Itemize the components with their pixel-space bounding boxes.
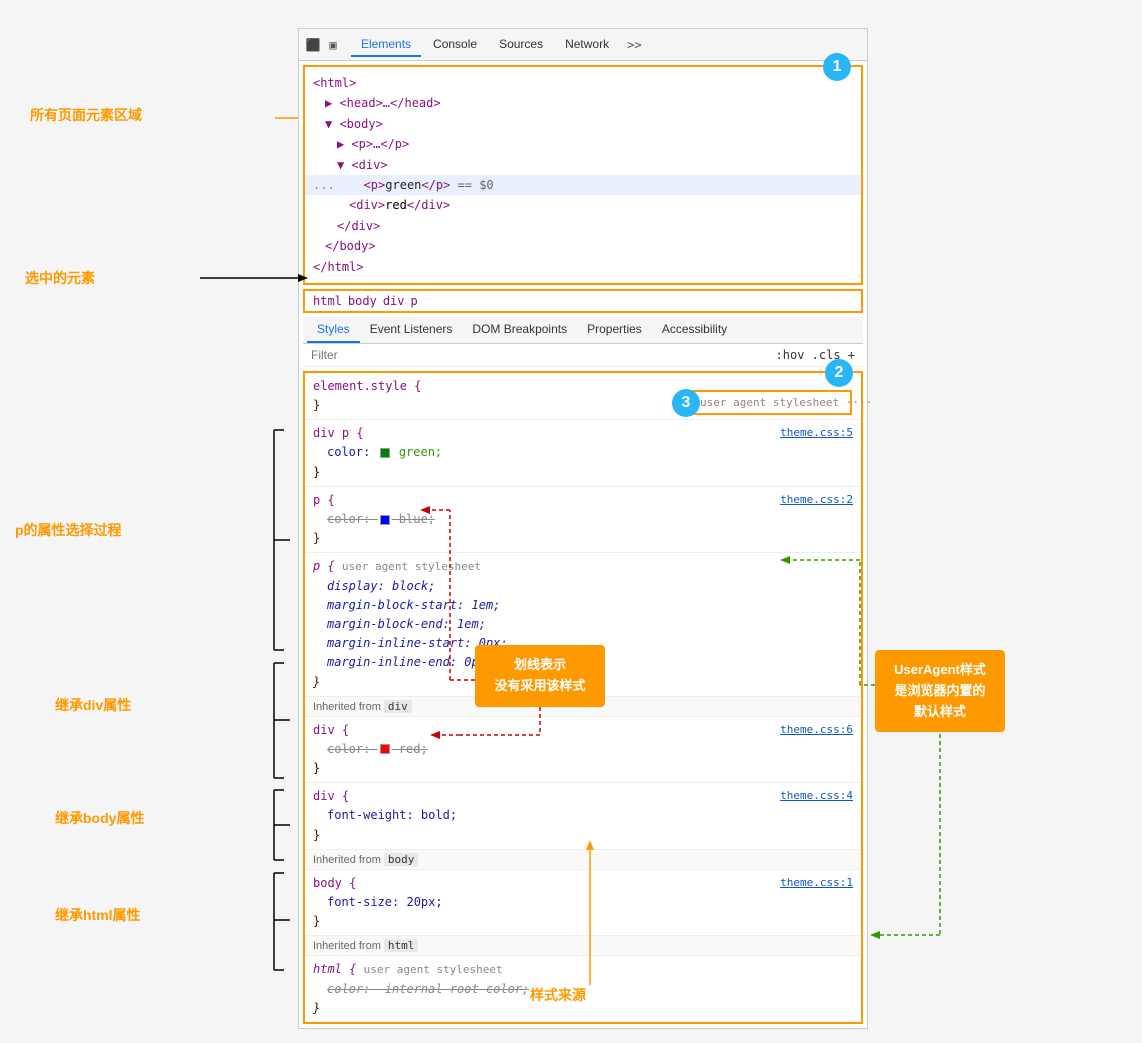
tab-bar: ⬛ ▣ Elements Console Sources Network >> — [299, 29, 867, 61]
div-line: ▼ <div> — [313, 155, 853, 175]
tab-sources[interactable]: Sources — [489, 33, 553, 57]
rule-body: body { theme.css:1 font-size: 20px; } — [305, 870, 861, 937]
annotation-p-property: p的属性选择过程 — [15, 520, 122, 540]
source-theme2[interactable]: theme.css:2 — [780, 491, 853, 509]
highlighted-row: ... <p>green</p> == $0 — [305, 175, 861, 195]
p-line: ▶ <p>…</p> — [313, 134, 853, 154]
html-line: <html> — [313, 73, 853, 93]
source-ua-html: user agent stylesheet — [364, 963, 503, 976]
annotation-selected-element: 选中的元素 — [25, 268, 95, 288]
rule-div-p: div p { theme.css:5 color: green; } — [305, 420, 861, 487]
sub-tab-styles[interactable]: Styles — [307, 317, 360, 343]
filter-bar: :hov .cls + — [303, 344, 863, 367]
tab-network[interactable]: Network — [555, 33, 619, 57]
tab-console[interactable]: Console — [423, 33, 487, 57]
filter-input[interactable] — [311, 348, 466, 362]
strikethrough-explanation-box: 划线表示 没有采用该样式 — [475, 645, 605, 707]
inherited-from-html: Inherited from html — [305, 936, 861, 956]
source-theme1[interactable]: theme.css:1 — [780, 874, 853, 892]
swatch-blue — [380, 515, 390, 525]
breadcrumb-div[interactable]: div — [383, 294, 405, 308]
elements-panel: 1 <html> ▶ <head>…</head> ▼ <body> ▶ <p>… — [303, 65, 863, 285]
useragent-explanation-box: UserAgent样式 是浏览器内置的 默认样式 — [875, 650, 1005, 732]
cursor-icon[interactable]: ⬛ — [305, 37, 321, 53]
close-body-line: </body> — [313, 236, 853, 256]
close-html-line: </html> — [313, 257, 853, 277]
sub-tab-bar: Styles Event Listeners DOM Breakpoints P… — [303, 317, 863, 344]
annotation-style-source: 样式来源 — [530, 985, 586, 1005]
head-line: ▶ <head>…</head> — [313, 93, 853, 113]
sub-tab-dom-breakpoints[interactable]: DOM Breakpoints — [462, 317, 577, 343]
annotation-inherit-div: 继承div属性 — [55, 695, 131, 715]
source-theme4[interactable]: theme.css:4 — [780, 787, 853, 805]
swatch-green — [380, 448, 390, 458]
annotation-inherit-html: 继承html属性 — [55, 905, 141, 925]
source-ua-p: user agent stylesheet — [342, 560, 481, 573]
tab-more[interactable]: >> — [621, 34, 647, 56]
rule-div-bold: div { theme.css:4 font-weight: bold; } — [305, 783, 861, 850]
sub-tab-accessibility[interactable]: Accessibility — [652, 317, 737, 343]
annotation-all-elements: 所有页面元素区域 — [30, 105, 142, 125]
user-agent-source-panel: user agent stylesheet ···· — [692, 390, 852, 415]
swatch-red — [380, 744, 390, 754]
breadcrumb-p[interactable]: p — [411, 294, 418, 308]
source-theme5[interactable]: theme.css:5 — [780, 424, 853, 442]
breadcrumb-body[interactable]: body — [348, 294, 377, 308]
annotation-inherit-body: 继承body属性 — [55, 808, 144, 828]
rule-p-blue: p { theme.css:2 color: blue; } — [305, 487, 861, 554]
breadcrumb-bar: html body div p — [303, 289, 863, 313]
sub-tab-properties[interactable]: Properties — [577, 317, 652, 343]
body-line: ▼ <body> — [313, 114, 853, 134]
rule-div-red: div { theme.css:6 color: red; } — [305, 717, 861, 784]
badge-3: 3 — [672, 389, 700, 417]
inherited-from-body: Inherited from body — [305, 850, 861, 870]
badge-1: 1 — [823, 53, 851, 81]
close-div-line: </div> — [313, 216, 853, 236]
html-tree: <html> ▶ <head>…</head> ▼ <body> ▶ <p>…<… — [313, 73, 853, 277]
source-theme6[interactable]: theme.css:6 — [780, 721, 853, 739]
breadcrumb-html[interactable]: html — [313, 294, 342, 308]
badge-2: 2 — [825, 359, 853, 387]
div-red-line: <div>red</div> — [313, 195, 853, 215]
sub-tab-event-listeners[interactable]: Event Listeners — [360, 317, 463, 343]
tab-elements[interactable]: Elements — [351, 33, 421, 57]
box-icon[interactable]: ▣ — [325, 37, 341, 53]
